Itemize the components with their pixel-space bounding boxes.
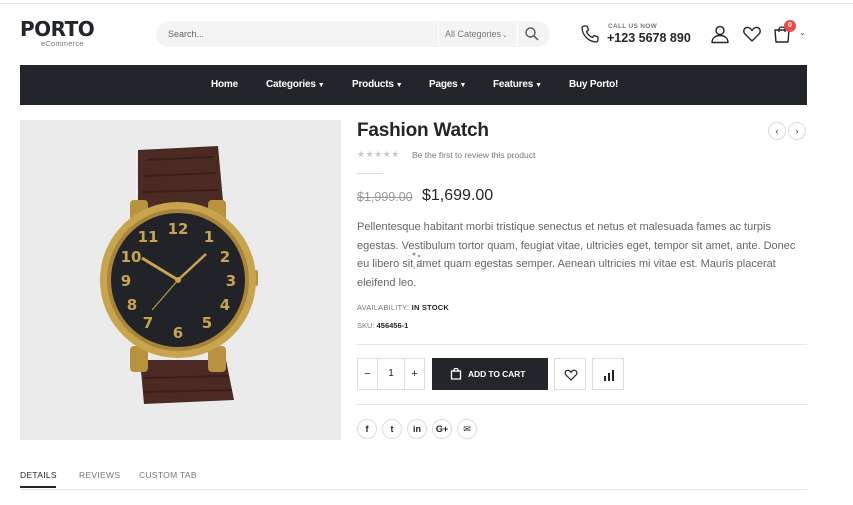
availability-value: IN STOCK [411,303,449,312]
add-to-cart-label: ADD TO CART [468,369,526,379]
loading-spinner-icon [406,252,423,270]
svg-text:11: 11 [138,228,159,246]
availability-label: AVAILABILITY: [357,303,410,312]
svg-text:8: 8 [127,296,137,314]
nav-item-label: Home [211,79,238,90]
search-input[interactable]: Search... [168,21,438,47]
tabs-divider [20,489,807,490]
svg-text:3: 3 [226,272,236,290]
sku: SKU: 456456-1 [357,321,408,330]
svg-text:12: 12 [168,220,189,238]
active-tab-indicator [20,486,56,488]
add-to-cart-button[interactable]: ADD TO CART [432,358,548,390]
nav-item-pages[interactable]: Pages ▼ [429,65,466,105]
facebook-icon[interactable]: f [357,419,377,439]
quantity-stepper: − 1 + [357,358,425,390]
phone-icon [581,25,599,43]
logo-text: PORTO [20,17,95,41]
old-price: $1,999.00 [357,190,413,204]
category-select[interactable]: All Categories⌄ [445,21,508,47]
chevron-down-icon[interactable]: ⌄ [799,28,806,37]
search-icon[interactable] [524,26,540,42]
current-price: $1,699.00 [422,187,494,204]
nav-item-home[interactable]: Home [211,65,238,105]
sku-value: 456456-1 [376,321,409,330]
site-logo[interactable]: PORTO eCommerce [20,17,95,48]
chevron-down-icon: ▼ [395,82,403,89]
top-border [0,3,853,4]
product-description: Pellentesque habitant morbi tristique se… [357,221,796,289]
heart-icon[interactable] [742,24,762,44]
logo-subtitle: eCommerce [41,39,84,48]
qty-input[interactable]: 1 [378,359,404,389]
call-us-label: CALL US NOW [608,23,658,30]
svg-text:5: 5 [202,314,212,332]
nav-item-products[interactable]: Products ▼ [352,65,403,105]
divider [357,404,807,405]
tab-reviews[interactable]: REVIEWS [79,470,120,480]
linkedin-icon[interactable]: in [407,419,427,439]
twitter-icon[interactable]: t [382,419,402,439]
category-select-label: All Categories [445,29,502,39]
availability: AVAILABILITY: IN STOCK [357,303,449,312]
svg-text:2: 2 [220,248,230,266]
main-navigation: Home Categories ▼ Products ▼ Pages ▼ Featur… [20,65,807,105]
svg-text:1: 1 [204,228,214,246]
svg-text:7: 7 [143,314,153,332]
svg-text:6: 6 [173,324,183,342]
phone-number[interactable]: +123 5678 890 [607,31,691,45]
search-bar: Search... All Categories⌄ [156,21,550,47]
search-divider [438,22,439,46]
sku-label: SKU: [357,321,375,330]
chevron-down-icon: ▼ [459,82,467,89]
nav-item-label: Buy Porto! [569,79,619,90]
search-divider [517,22,518,46]
compare-button[interactable] [592,358,624,390]
google-plus-icon[interactable]: G+ [432,419,452,439]
chevron-down-icon: ⌄ [502,32,508,39]
chevron-down-icon: ▼ [535,82,542,89]
divider [357,344,807,345]
chevron-right-icon: › [795,126,799,136]
qty-increase-button[interactable]: + [404,359,424,389]
heart-icon [564,369,578,381]
qty-decrease-button[interactable]: − [358,359,378,389]
chevron-left-icon: ‹ [775,126,779,136]
nav-item-features[interactable]: Features ▼ [493,65,542,105]
wishlist-button[interactable] [554,358,586,390]
cart-count-badge: 0 [784,20,796,32]
tab-details[interactable]: DETAILS [20,470,57,480]
rating-stars: ★★★★★ [357,149,400,159]
prev-product-button[interactable]: ‹ [768,122,786,140]
next-product-button[interactable]: › [788,122,806,140]
shopping-bag-icon [450,367,462,380]
nav-item-buy-porto[interactable]: Buy Porto! [569,65,618,105]
nav-item-label: Products [352,79,394,90]
bar-chart-icon [604,370,614,381]
watch-image: 12 1 2 3 4 5 6 7 8 9 10 11 [100,146,258,404]
svg-text:4: 4 [220,296,230,314]
nav-item-label: Features [493,79,534,90]
tab-custom[interactable]: CUSTOM TAB [139,470,197,480]
svg-text:9: 9 [121,272,131,290]
chevron-down-icon: ▼ [317,82,325,89]
review-link[interactable]: Be the first to review this product [412,150,535,160]
product-title: Fashion Watch [357,120,489,141]
user-icon[interactable] [710,24,730,44]
product-image[interactable]: 12 1 2 3 4 5 6 7 8 9 10 11 [20,120,341,440]
nav-item-categories[interactable]: Categories ▼ [266,65,325,105]
email-icon[interactable]: ✉ [457,419,477,439]
divider [357,173,383,174]
nav-item-label: Pages [429,79,458,90]
nav-item-label: Categories [266,79,316,90]
svg-text:10: 10 [121,248,142,266]
